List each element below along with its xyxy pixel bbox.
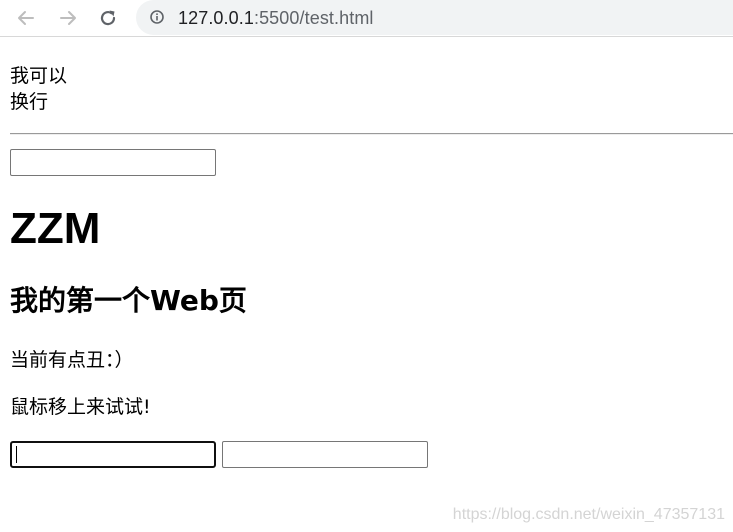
url-path: :5500/test.html bbox=[253, 8, 374, 28]
url-text[interactable]: 127.0.0.1:5500/test.html bbox=[178, 8, 374, 29]
reload-button[interactable] bbox=[96, 6, 120, 30]
heading-first-web-page: 我的第一个Web页 bbox=[10, 284, 247, 317]
address-bar[interactable]: 127.0.0.1:5500/test.html bbox=[136, 0, 733, 35]
text-line-1: 我可以 bbox=[10, 65, 68, 87]
watermark: https://blog.csdn.net/weixin_47357131 bbox=[452, 506, 725, 523]
text-line-2: 换行 bbox=[10, 91, 49, 113]
text-input-1[interactable] bbox=[10, 149, 216, 176]
text-caret bbox=[16, 446, 17, 463]
back-arrow-icon bbox=[18, 11, 34, 25]
browser-toolbar: 127.0.0.1:5500/test.html bbox=[0, 0, 733, 37]
reload-icon bbox=[100, 10, 116, 26]
url-host: 127.0.0.1 bbox=[178, 8, 254, 28]
forward-button[interactable] bbox=[56, 6, 80, 30]
text-input-focused[interactable] bbox=[10, 441, 216, 468]
horizontal-rule bbox=[10, 133, 733, 135]
paragraph-hover-hint[interactable]: 鼠标移上来试试! bbox=[10, 394, 151, 420]
back-button[interactable] bbox=[14, 6, 38, 30]
info-icon[interactable] bbox=[150, 10, 164, 24]
heading-zzm: ZZM bbox=[10, 204, 101, 253]
text-input-3[interactable] bbox=[222, 441, 428, 468]
paragraph-ugly: 当前有点丑：） bbox=[10, 349, 134, 371]
forward-arrow-icon bbox=[60, 11, 76, 25]
